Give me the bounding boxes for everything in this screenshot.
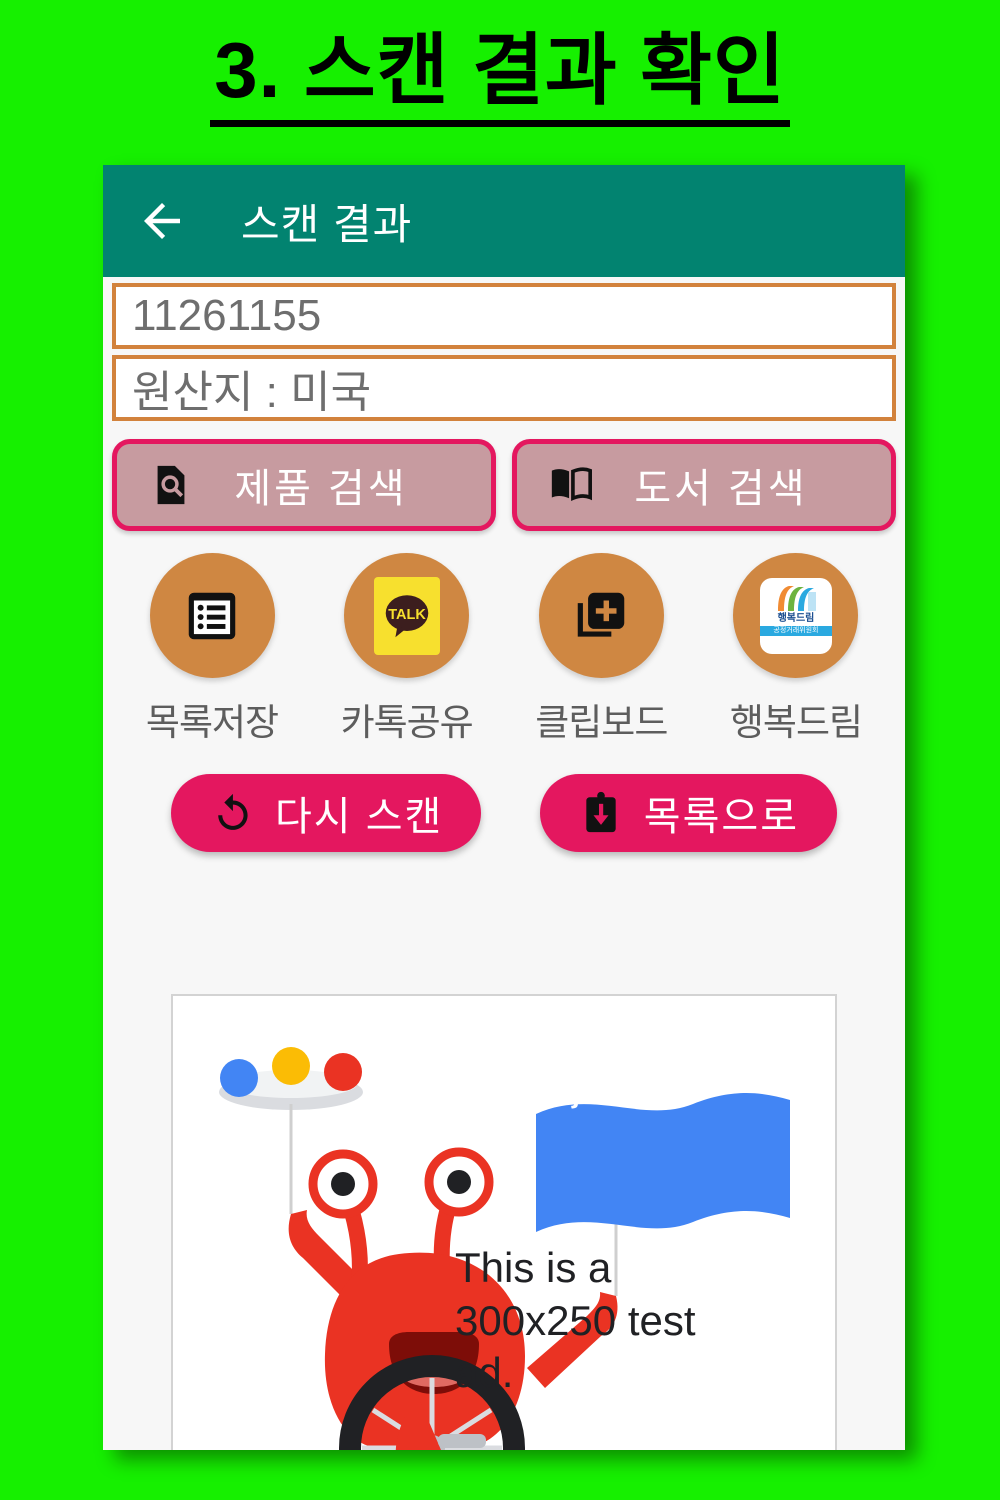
kakao-share-action[interactable]: TALK 카톡공유 [322, 553, 492, 746]
pill-button-row: 다시 스캔 목록으로 [103, 774, 905, 852]
save-list-label: 목록저장 [145, 702, 279, 743]
svg-text:TALK: TALK [388, 606, 426, 622]
rescan-label: 다시 스캔 [275, 795, 444, 839]
ad-area: Nice job! This is a 300x250 test ad. [103, 994, 905, 1450]
phone-screen: 스캔 결과 11261155 원산지 : 미국 제품 검색 도서 검색 목록저장… [103, 165, 905, 1450]
barcode-field[interactable]: 11261155 [112, 283, 896, 349]
go-to-list-button[interactable]: 목록으로 [539, 774, 837, 852]
clipboard-add-icon [570, 585, 632, 647]
app-bar: 스캔 결과 [103, 165, 905, 277]
happydream-action[interactable]: 행복드림 공정거래위원회 행복드림 [711, 553, 881, 746]
clipboard-label: 클립보드 [535, 702, 668, 743]
circle-action-row: 목록저장 TALK 카톡공유 클립보드 행복드림 공정거래위원회 행복드림 [103, 553, 905, 746]
kakao-share-circle[interactable]: TALK [344, 553, 470, 678]
clipboard-download-icon [578, 790, 624, 836]
kakao-share-label: 카톡공유 [340, 702, 474, 743]
save-list-circle[interactable] [149, 553, 275, 678]
product-search-label: 제품 검색 [234, 467, 408, 511]
book-search-label: 도서 검색 [634, 467, 808, 511]
happydream-icon-subtext: 공정거래위원회 [759, 625, 832, 636]
product-search-button[interactable]: 제품 검색 [112, 439, 496, 531]
barcode-value: 11261155 [132, 291, 322, 340]
app-bar-title: 스캔 결과 [241, 200, 413, 248]
origin-value: 원산지 : 미국 [132, 368, 372, 417]
save-list-action[interactable]: 목록저장 [127, 553, 297, 746]
book-icon [547, 461, 595, 509]
origin-field[interactable]: 원산지 : 미국 [112, 355, 896, 421]
book-search-button[interactable]: 도서 검색 [512, 439, 896, 531]
document-search-icon [147, 461, 195, 509]
test-ad[interactable]: Nice job! This is a 300x250 test ad. [171, 994, 837, 1450]
arrow-left-icon[interactable] [135, 194, 189, 248]
page-title-text: 3. 스캔 결과 확인 [210, 27, 790, 127]
happydream-icon-text: 행복드림 [777, 612, 815, 624]
clipboard-action[interactable]: 클립보드 [516, 553, 686, 746]
kakaotalk-icon: TALK [373, 576, 440, 655]
list-icon [181, 585, 243, 647]
rotate-left-icon [209, 790, 255, 836]
happydream-circle[interactable]: 행복드림 공정거래위원회 [733, 553, 859, 678]
rescan-button[interactable]: 다시 스캔 [171, 774, 482, 852]
search-button-row: 제품 검색 도서 검색 [112, 439, 896, 531]
page-title: 3. 스캔 결과 확인 [0, 27, 1000, 127]
happydream-label: 행복드림 [729, 702, 863, 743]
go-to-list-label: 목록으로 [643, 795, 799, 839]
happydream-icon: 행복드림 공정거래위원회 [759, 577, 832, 654]
clipboard-circle[interactable] [538, 553, 664, 678]
ad-body-text: This is a 300x250 test ad. [455, 1244, 696, 1396]
